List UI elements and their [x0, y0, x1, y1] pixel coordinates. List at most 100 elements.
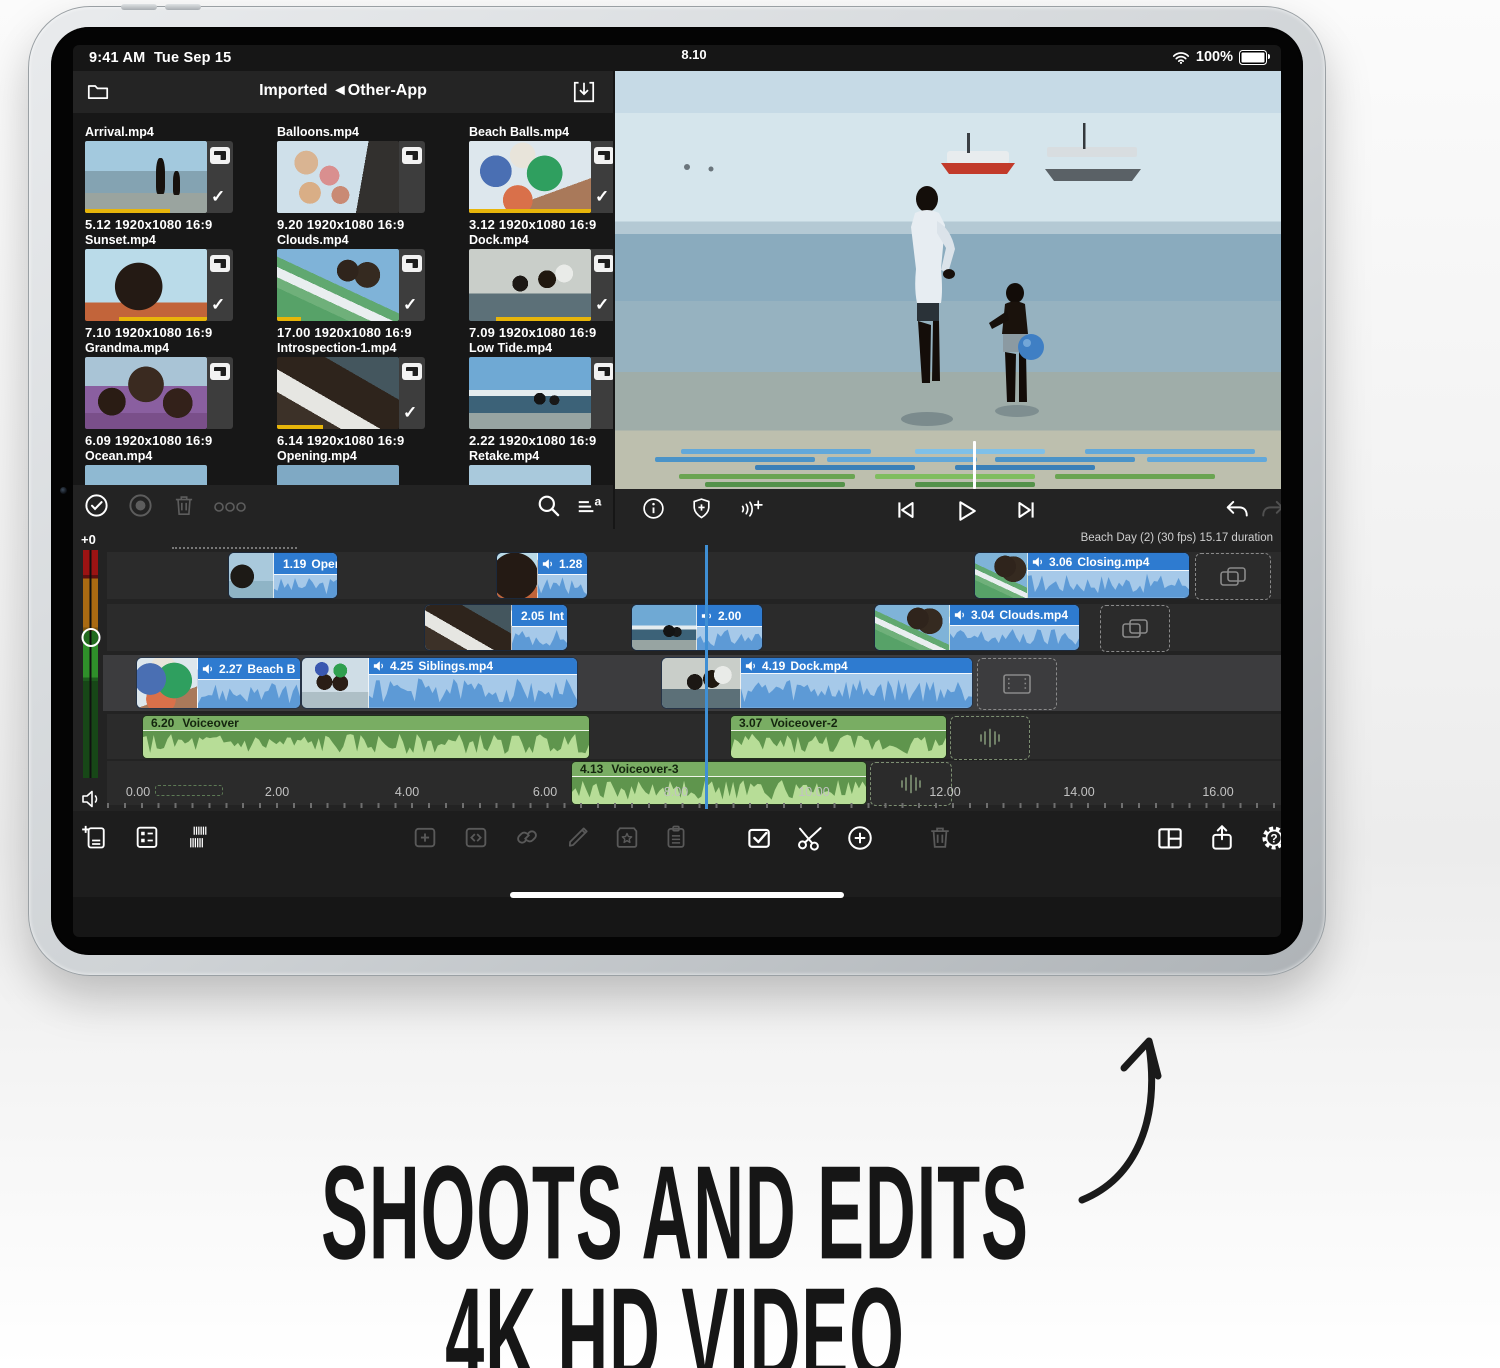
search-icon[interactable] — [535, 492, 562, 519]
transition-placeholder[interactable] — [1195, 553, 1271, 600]
level-knob[interactable] — [81, 628, 100, 647]
waveform — [143, 731, 589, 758]
home-indicator[interactable] — [510, 892, 844, 898]
clip-thumbnail[interactable] — [277, 141, 399, 213]
speaker-icon — [954, 609, 966, 621]
audio-clip-voiceover[interactable]: 6.20Voiceover — [143, 716, 589, 758]
timeline-clip-beachballs[interactable]: 2.27Beach B — [137, 658, 300, 708]
clip-thumb — [229, 553, 274, 598]
redo-icon[interactable] — [1259, 496, 1281, 522]
record-icon[interactable] — [127, 492, 154, 519]
skip-forward-icon[interactable] — [1013, 496, 1041, 524]
clip-thumbnail[interactable] — [469, 249, 591, 321]
waveform — [274, 575, 337, 598]
audio-add-icon[interactable] — [737, 496, 767, 521]
volume-button-1 — [121, 4, 157, 10]
link-icon[interactable] — [513, 823, 541, 851]
select-all-icon[interactable] — [83, 492, 110, 519]
select-clips-icon[interactable] — [745, 823, 775, 853]
library-title[interactable]: Imported ◄Other-App — [73, 82, 613, 100]
audio-placeholder[interactable] — [870, 762, 952, 806]
play-icon[interactable] — [951, 496, 981, 526]
info-icon[interactable] — [641, 496, 666, 521]
range-marker — [155, 785, 223, 796]
storyboard-icon[interactable] — [133, 823, 161, 851]
import-icon[interactable] — [571, 79, 597, 105]
timeline-clip-clouds[interactable]: 3.04Clouds.mp4 — [875, 605, 1079, 650]
film-frames-icon — [1218, 564, 1248, 590]
scrubber-playhead[interactable] — [973, 441, 976, 489]
cut-scissors-icon[interactable] — [795, 823, 825, 853]
audio-mixer-icon[interactable] — [185, 823, 215, 851]
speaker-icon — [745, 660, 757, 672]
check-icon: ✓ — [595, 295, 609, 315]
shield-add-icon[interactable] — [689, 496, 714, 521]
timeline-clip-lowtide[interactable]: 2.00 — [632, 605, 762, 650]
undo-icon[interactable] — [1223, 496, 1251, 522]
timeline-clip-sunset[interactable]: 1.28 — [497, 553, 587, 598]
battery-percent: 100% — [1196, 49, 1233, 65]
timeline-clip-opening[interactable]: 1.19Oper — [229, 553, 337, 598]
add-project-icon[interactable] — [81, 823, 109, 851]
timeline-clip-closing[interactable]: 3.06Closing.mp4 — [975, 553, 1189, 598]
video-preview[interactable] — [615, 71, 1281, 489]
clip-thumbnail[interactable] — [85, 249, 207, 321]
preview-scrubber[interactable] — [615, 447, 1281, 489]
check-icon: ✓ — [211, 295, 225, 315]
library-header: Imported ◄Other-App — [73, 71, 613, 113]
timeline-clip-introspection[interactable]: 2.05Int — [425, 605, 567, 650]
clip-thumbnail[interactable] — [469, 141, 591, 213]
date: Tue Sep 15 — [154, 50, 231, 66]
layout-icon[interactable] — [1155, 823, 1185, 853]
add-circle-icon[interactable] — [845, 823, 875, 853]
waveform — [950, 626, 1079, 650]
timeline-clip-dock[interactable]: 4.19Dock.mp4 — [662, 658, 972, 708]
speaker-icon — [542, 558, 554, 570]
audio-placeholder[interactable] — [950, 716, 1030, 760]
add-clip-icon[interactable] — [411, 823, 439, 851]
sort-icon[interactable]: a — [575, 492, 605, 519]
mute-speaker-icon[interactable] — [79, 787, 103, 811]
audio-clip-voiceover2[interactable]: 3.07Voiceover-2 — [731, 716, 946, 758]
film-frame-icon — [1000, 671, 1034, 697]
timeline-playhead[interactable] — [705, 545, 708, 809]
share-icon[interactable] — [1207, 823, 1237, 853]
film-badge-icon — [210, 147, 230, 164]
speaker-icon — [202, 663, 214, 675]
audio-meter[interactable] — [83, 550, 98, 778]
check-icon: ✓ — [403, 295, 417, 315]
waveform — [731, 731, 946, 758]
trash-icon[interactable] — [171, 492, 197, 518]
clip-thumb — [302, 658, 369, 708]
hand-drawn-arrow — [1072, 1028, 1182, 1213]
clip-thumbnail[interactable] — [277, 249, 399, 321]
film-badge-icon — [210, 363, 230, 380]
timeline-clip-siblings[interactable]: 4.25Siblings.mp4 — [302, 658, 577, 708]
clip-thumbnail[interactable] — [469, 357, 591, 429]
front-camera — [60, 487, 67, 494]
waveform — [538, 575, 587, 598]
svg-text:?: ? — [1270, 832, 1277, 846]
favorites-icon[interactable] — [613, 823, 641, 851]
bottom-toolbar: ? — [73, 811, 1281, 897]
clip-thumb — [497, 553, 538, 598]
delete-trash-icon[interactable] — [926, 823, 954, 851]
beach-scene — [615, 71, 1281, 489]
transition-placeholder[interactable] — [1100, 605, 1170, 652]
clip-thumbnail[interactable] — [85, 357, 207, 429]
settings-help-icon[interactable]: ? — [1259, 823, 1281, 853]
clip-thumb — [875, 605, 950, 650]
transition-icon[interactable] — [462, 823, 490, 851]
media-library: Imported ◄Other-App Arrival.mp4 ✓ 5.12 1… — [73, 71, 613, 529]
clip-thumbnail[interactable] — [277, 357, 399, 429]
clipboard-icon[interactable] — [662, 823, 690, 851]
edit-pencil-icon[interactable] — [564, 823, 592, 851]
waveform — [741, 674, 972, 708]
clip-thumb — [425, 605, 512, 650]
ruler-ticks — [107, 803, 1281, 808]
more-icon[interactable] — [213, 501, 247, 513]
clip-thumb — [137, 658, 198, 708]
clip-thumbnail[interactable] — [85, 141, 207, 213]
clip-placeholder[interactable] — [977, 658, 1057, 710]
skip-back-icon[interactable] — [891, 496, 919, 524]
